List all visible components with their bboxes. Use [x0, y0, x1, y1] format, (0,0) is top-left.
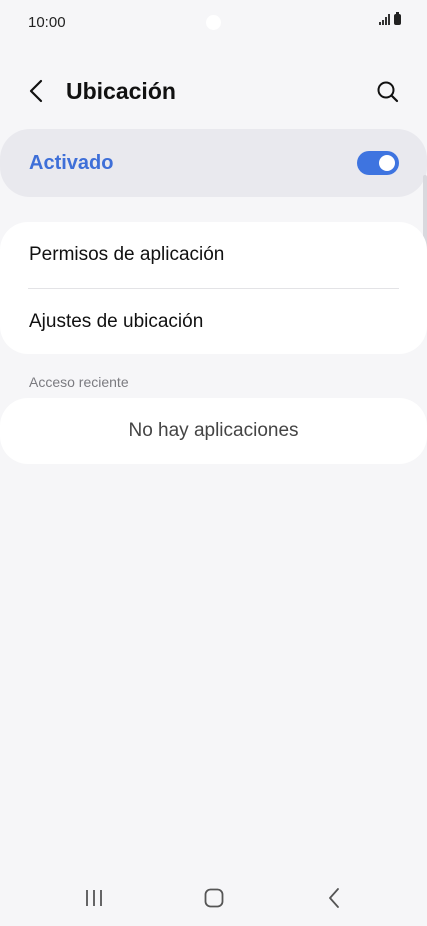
app-permissions-item[interactable]: Permisos de aplicación [0, 222, 427, 288]
toggle-knob [379, 155, 395, 171]
signal-icon [379, 14, 390, 25]
home-button[interactable] [194, 884, 234, 912]
location-toggle[interactable] [357, 151, 399, 175]
master-switch-label: Activado [29, 152, 114, 174]
search-icon [377, 81, 399, 103]
nav-back-button[interactable] [314, 884, 354, 912]
app-header: Ubicación [0, 62, 427, 122]
battery-icon [394, 12, 401, 25]
option-label: Ajustes de ubicación [29, 311, 204, 332]
phone-screen: 10:00 Ubicación Activado Permisos de apl… [0, 0, 427, 926]
home-icon [204, 888, 224, 908]
empty-state-text: No hay aplicaciones [128, 420, 299, 441]
page-title: Ubicación [66, 78, 176, 104]
status-bar: 10:00 [0, 0, 427, 46]
recent-access-header: Acceso reciente [29, 374, 129, 390]
status-icons [379, 12, 401, 25]
chevron-left-icon [29, 79, 43, 103]
recent-apps-icon [86, 890, 102, 906]
recent-apps-button[interactable] [74, 884, 114, 912]
location-settings-item[interactable]: Ajustes de ubicación [0, 289, 427, 354]
navigation-bar [0, 870, 427, 926]
location-master-switch[interactable]: Activado [0, 129, 427, 197]
option-label: Permisos de aplicación [29, 244, 225, 265]
location-options-card: Permisos de aplicación Ajustes de ubicac… [0, 222, 427, 354]
back-icon [329, 888, 339, 908]
back-button[interactable] [22, 74, 52, 108]
recent-access-card: No hay aplicaciones [0, 398, 427, 464]
camera-cutout [206, 15, 221, 30]
status-time: 10:00 [28, 14, 66, 31]
search-button[interactable] [372, 76, 404, 108]
